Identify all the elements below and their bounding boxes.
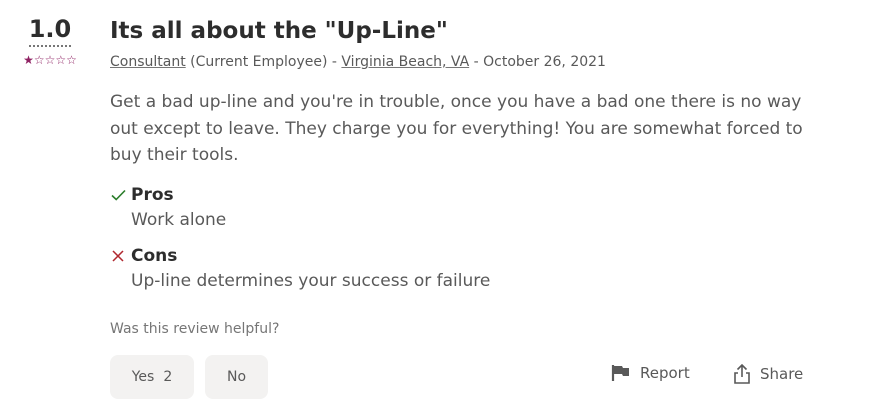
flag-icon <box>611 365 629 381</box>
star-empty-icon: ☆ <box>44 53 56 67</box>
meta-separator: - <box>327 54 342 70</box>
star-rating: ★☆☆☆☆ <box>14 53 86 67</box>
no-label: No <box>226 369 247 385</box>
star-empty-icon: ☆ <box>33 53 45 67</box>
cons-label: Cons <box>131 245 178 266</box>
share-button[interactable]: Share <box>733 364 803 384</box>
report-button[interactable]: Report <box>611 364 690 382</box>
pros-text: Work alone <box>131 209 227 230</box>
rating-value[interactable]: 1.0 <box>28 14 72 47</box>
review-text: Get a bad up-line and you're in trouble,… <box>110 92 803 165</box>
job-title-link[interactable]: Consultant <box>110 54 186 70</box>
no-button[interactable]: No <box>205 355 268 399</box>
yes-count: 2 <box>163 369 173 385</box>
star-empty-icon: ☆ <box>66 53 77 67</box>
rating-column: 1.0 ★☆☆☆☆ <box>14 14 86 67</box>
helpful-buttons: Yes 2 No <box>110 355 279 399</box>
review-date: October 26, 2021 <box>483 54 606 70</box>
helpful-question: Was this review helpful? <box>110 320 280 337</box>
pros-label: Pros <box>131 184 174 205</box>
x-icon <box>110 248 126 264</box>
review-title: Its all about the "Up-Line" <box>110 18 448 44</box>
meta-separator: - <box>469 54 484 70</box>
location-link[interactable]: Virginia Beach, VA <box>341 54 469 70</box>
cons-text: Up-line determines your success or failu… <box>131 270 491 291</box>
pros-section: Pros Work alone <box>110 183 840 233</box>
cons-section: Cons Up-line determines your success or … <box>110 244 840 294</box>
star-filled-icon: ★ <box>23 53 34 67</box>
yes-button[interactable]: Yes 2 <box>110 355 194 399</box>
employment-status: (Current Employee) <box>190 54 328 70</box>
checkmark-icon <box>110 187 126 203</box>
review-main: Its all about the "Up-Line" Consultant (… <box>110 14 840 338</box>
yes-label: Yes <box>131 369 155 385</box>
star-empty-icon: ☆ <box>55 53 67 67</box>
report-label: Report <box>640 364 690 382</box>
share-label: Share <box>760 365 804 383</box>
share-icon <box>734 364 750 384</box>
review-meta: Consultant (Current Employee) - Virginia… <box>110 53 840 71</box>
